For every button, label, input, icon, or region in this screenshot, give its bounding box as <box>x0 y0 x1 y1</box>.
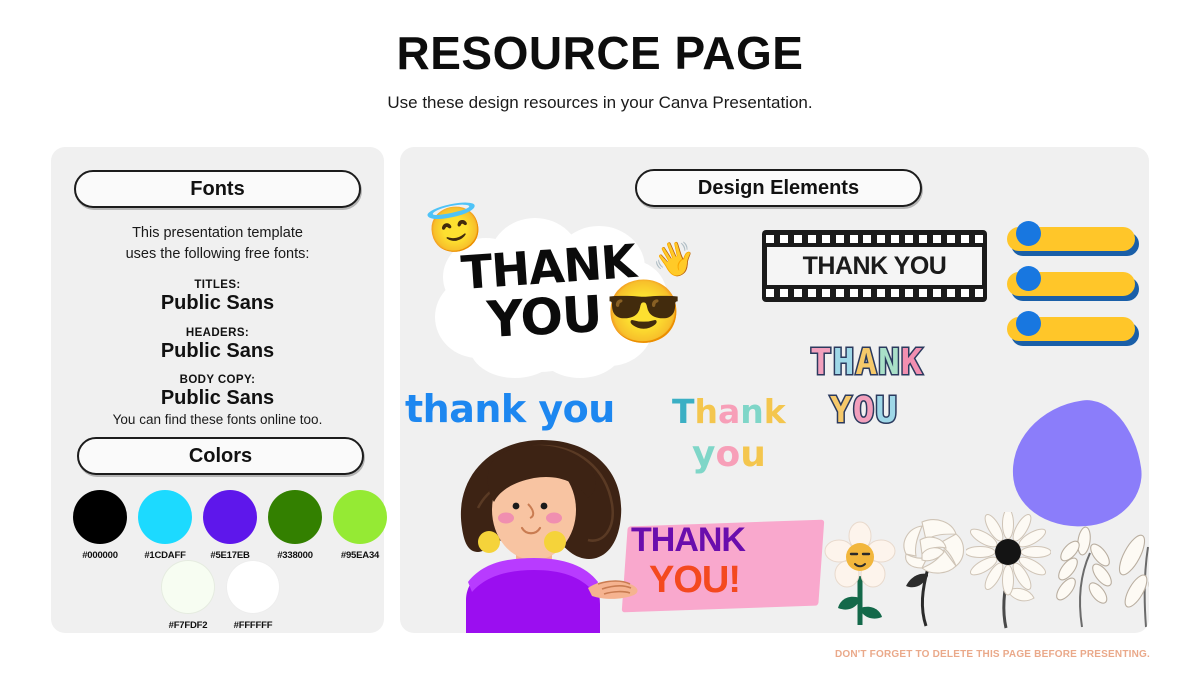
smiley-daisy-flower-element[interactable] <box>824 520 896 630</box>
banner-line-2: YOU! <box>649 559 741 601</box>
fonts-intro: This presentation template uses the foll… <box>51 223 384 265</box>
leaf-sprig-element[interactable] <box>1112 515 1149 630</box>
font-entry-body-copy: BODY COPY: Public Sans <box>51 374 384 410</box>
color-swatch-hex: #95EA34 <box>340 550 380 561</box>
fonts-intro-line-1: This presentation template <box>132 225 303 241</box>
fonts-colors-panel: Fonts This presentation template uses th… <box>51 147 387 633</box>
color-swatch[interactable]: #000000 <box>73 490 127 561</box>
yellow-bar-element[interactable] <box>1007 311 1139 346</box>
font-entry-value: Public Sans <box>160 340 275 362</box>
color-swatch[interactable]: #FFFFFF <box>226 560 280 631</box>
pastel-sticker-line-2: you <box>692 434 766 475</box>
bar-dot-icon <box>1016 311 1041 336</box>
font-entry-label: TITLES: <box>194 279 241 291</box>
slide-canvas: RESOURCE PAGE Use these design resources… <box>0 0 1200 675</box>
color-swatch-hex: #F7FDF2 <box>168 620 208 631</box>
yellow-bar-element[interactable] <box>1007 221 1139 256</box>
color-swatch[interactable]: #1CDAFF <box>138 490 192 561</box>
color-swatch-dot <box>268 490 322 544</box>
fonts-intro-line-2: uses the following free fonts: <box>125 246 310 263</box>
design-elements-panel: Design Elements THANK YOU 😇 👋 😎 THANK YO… <box>400 147 1149 633</box>
colors-section-header: Colors <box>77 437 364 475</box>
color-swatch-dot <box>73 490 127 544</box>
pixel-thank-you-sticker[interactable]: THANK YOU <box>808 342 1008 455</box>
film-strip-text: THANK YOU <box>802 251 947 280</box>
design-elements-pill-label: Design Elements <box>697 176 860 199</box>
pixel-sticker-line-2: YOU <box>829 390 899 431</box>
blue-script-thank-you-sticker[interactable]: thank you <box>405 387 635 431</box>
page-title: RESOURCE PAGE <box>396 27 804 79</box>
film-window: THANK YOU <box>767 247 982 285</box>
color-swatch[interactable]: #F7FDF2 <box>161 560 215 631</box>
color-swatch-row-neutral: #F7FDF2 #FFFFFF <box>161 560 280 631</box>
font-entry-value: Public Sans <box>160 387 275 409</box>
color-swatch-hex: #FFFFFF <box>233 620 273 631</box>
smiling-face-with-halo-icon[interactable]: 😇 <box>423 201 487 260</box>
font-entry-titles: TITLES: Public Sans <box>51 279 384 315</box>
banner-thank-you-sticker[interactable]: THANK YOU! <box>621 517 835 622</box>
delete-page-warning: DON'T FORGET TO DELETE THIS PAGE BEFORE … <box>834 649 1150 660</box>
bar-dot-icon <box>1016 221 1041 246</box>
pastel-sticker-line-1: Thank <box>672 392 786 431</box>
smiling-face-with-sunglasses-icon[interactable]: 😎 <box>605 282 682 344</box>
film-perforations-top <box>766 235 983 243</box>
color-swatch[interactable]: #338000 <box>268 490 322 561</box>
waving-hand-icon[interactable]: 👋 <box>651 237 698 281</box>
fonts-outro: You can find these fonts online too. <box>112 412 323 427</box>
black-center-daisy-element[interactable] <box>966 512 1051 630</box>
color-swatch-row-primary: #000000 #1CDAFF #5E17EB #338000 #95EA34 <box>73 490 387 561</box>
leaf-sprig-element[interactable] <box>1048 515 1118 630</box>
rose-flower-element[interactable] <box>892 512 972 630</box>
cloud-sticker-line-2: YOU <box>485 285 603 349</box>
color-swatch[interactable]: #95EA34 <box>333 490 387 561</box>
page-subtitle: Use these design resources in your Canva… <box>387 93 813 112</box>
fonts-pill-label: Fonts <box>190 177 245 200</box>
fonts-section-header: Fonts <box>74 170 361 208</box>
colors-pill-label: Colors <box>188 444 253 467</box>
color-swatch[interactable]: #5E17EB <box>203 490 257 561</box>
woman-illustration[interactable] <box>438 432 653 633</box>
pixel-sticker-line-1: THANK <box>809 342 924 383</box>
font-entry-label: BODY COPY: <box>179 374 256 386</box>
font-entry-label: HEADERS: <box>185 327 250 339</box>
film-perforations-bottom <box>766 289 983 297</box>
color-swatch-hex: #000000 <box>82 550 118 561</box>
color-swatch-dot <box>203 490 257 544</box>
yellow-bar-element[interactable] <box>1007 266 1139 301</box>
film-strip-thank-you-sticker[interactable]: THANK YOU <box>762 230 987 302</box>
color-swatch-dot <box>226 560 280 614</box>
font-entry-headers: HEADERS: Public Sans <box>51 327 384 363</box>
color-swatch-dot <box>333 490 387 544</box>
color-swatch-dot <box>161 560 215 614</box>
pastel-thank-you-sticker[interactable]: Thank you <box>672 392 832 497</box>
font-entry-value: Public Sans <box>160 292 275 314</box>
bar-dot-icon <box>1016 266 1041 291</box>
color-swatch-dot <box>138 490 192 544</box>
design-elements-section-header: Design Elements <box>635 169 922 207</box>
